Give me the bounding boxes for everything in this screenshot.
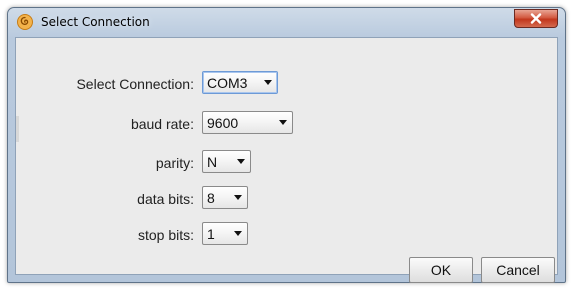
baud-rate-select[interactable]: 9600	[202, 111, 293, 134]
chevron-down-icon	[234, 231, 242, 236]
spiral-app-icon	[17, 14, 33, 30]
stop-bits-value: 1	[207, 225, 215, 242]
data-bits-value: 8	[207, 189, 215, 206]
cancel-button[interactable]: Cancel	[481, 257, 555, 283]
parity-label: parity:	[155, 155, 194, 171]
data-bits-label: data bits:	[137, 191, 194, 207]
baud-rate-value: 9600	[207, 114, 239, 131]
ok-button[interactable]: OK	[409, 257, 473, 283]
chevron-down-icon	[234, 195, 242, 200]
baud-rate-label: baud rate:	[130, 116, 194, 132]
connection-value: COM3	[207, 74, 248, 91]
parity-select[interactable]: N	[202, 150, 251, 173]
parity-value: N	[207, 153, 218, 170]
chevron-down-icon	[264, 80, 272, 85]
stop-bits-label: stop bits:	[137, 227, 194, 243]
data-bits-select[interactable]: 8	[202, 186, 248, 209]
connection-select[interactable]: COM3	[202, 71, 278, 94]
connection-label: Select Connection:	[76, 76, 194, 92]
window-title: Select Connection	[41, 15, 150, 29]
close-button[interactable]	[514, 9, 558, 28]
dialog-window: Select Connection Select Connection: COM…	[7, 7, 566, 283]
chevron-down-icon	[237, 159, 245, 164]
dialog-body: Select Connection: COM3 baud rate: 9600 …	[15, 37, 558, 283]
close-icon	[530, 13, 542, 24]
chevron-down-icon	[279, 120, 287, 125]
stop-bits-select[interactable]: 1	[202, 222, 248, 245]
title-bar[interactable]: Select Connection	[8, 8, 565, 36]
